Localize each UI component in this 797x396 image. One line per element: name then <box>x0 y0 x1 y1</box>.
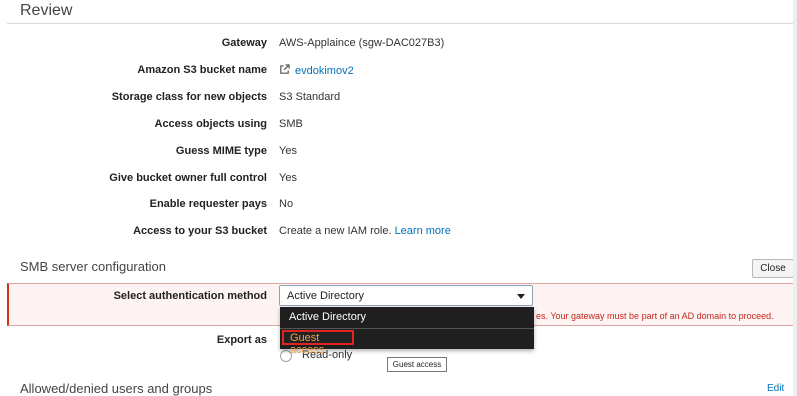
storage-class-label: Storage class for new objects <box>111 91 267 103</box>
requester-pays-value: No <box>279 198 294 210</box>
auth-method-dropdown: Active Directory Guest access <box>280 307 534 356</box>
gateway-label: Gateway <box>221 37 267 49</box>
review-divider <box>7 23 793 24</box>
export-as-label: Export as <box>216 334 267 346</box>
option-guest-access[interactable]: Guest access <box>282 330 354 356</box>
auth-method-value: Active Directory <box>287 290 365 302</box>
guest-access-tooltip: Guest access <box>387 357 447 372</box>
s3-access-label: Access to your S3 bucket <box>133 225 267 237</box>
access-objects-value: SMB <box>279 118 303 130</box>
chevron-down-icon <box>517 294 525 299</box>
requester-pays-label: Enable requester pays <box>149 198 267 210</box>
bucket-link[interactable]: evdokimov2 <box>295 65 354 77</box>
guess-mime-label: Guess MIME type <box>175 145 267 157</box>
scrollbar[interactable] <box>793 0 797 396</box>
edit-link[interactable]: Edit <box>767 383 784 394</box>
auth-method-select[interactable]: Active Directory <box>279 285 533 306</box>
dropdown-divider <box>280 328 534 329</box>
bucket-name-value[interactable]: evdokimov2 <box>279 64 354 77</box>
external-link-icon <box>280 64 290 74</box>
access-objects-label: Access objects using <box>154 118 268 130</box>
owner-control-label: Give bucket owner full control <box>109 172 267 184</box>
owner-control-value: Yes <box>279 172 297 184</box>
gateway-value: AWS-Applaince (sgw-DAC027B3) <box>279 37 445 49</box>
option-active-directory-label: Active Directory <box>289 311 367 323</box>
review-title: Review <box>20 2 73 19</box>
bucket-name-label: Amazon S3 bucket name <box>137 64 267 76</box>
smb-title: SMB server configuration <box>20 259 166 274</box>
learn-more-link[interactable]: Learn more <box>395 225 451 237</box>
storage-class-value: S3 Standard <box>279 91 341 103</box>
option-guest-access-label: Guest access <box>290 332 325 356</box>
s3-access-text: Create a new IAM role. <box>279 225 392 237</box>
guess-mime-value: Yes <box>279 145 297 157</box>
users-title: Allowed/denied users and groups <box>20 381 213 396</box>
s3-access-value: Create a new IAM role. Learn more <box>279 225 451 237</box>
close-button[interactable]: Close <box>752 259 794 278</box>
auth-error-text: es. Your gateway must be part of an AD d… <box>536 311 774 321</box>
auth-method-label: Select authentication method <box>113 290 267 302</box>
option-active-directory[interactable]: Active Directory <box>280 307 534 327</box>
